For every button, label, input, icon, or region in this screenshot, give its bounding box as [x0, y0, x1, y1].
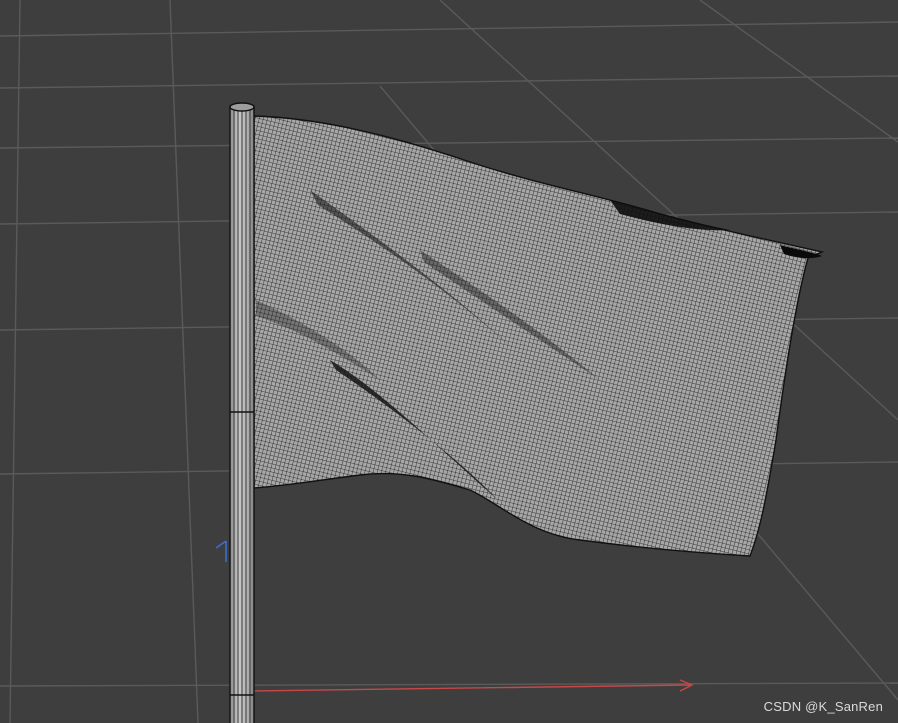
cloth-flag[interactable]	[253, 115, 825, 557]
x-axis-line	[251, 684, 691, 692]
flag-pole[interactable]	[229, 102, 255, 723]
z-axis-marker	[215, 540, 227, 562]
3d-viewport[interactable]: CSDN @K_SanRen	[0, 0, 898, 723]
viewport-canvas[interactable]	[0, 0, 898, 723]
pole-top-cap	[229, 102, 255, 112]
watermark-text: CSDN @K_SanRen	[763, 699, 883, 714]
